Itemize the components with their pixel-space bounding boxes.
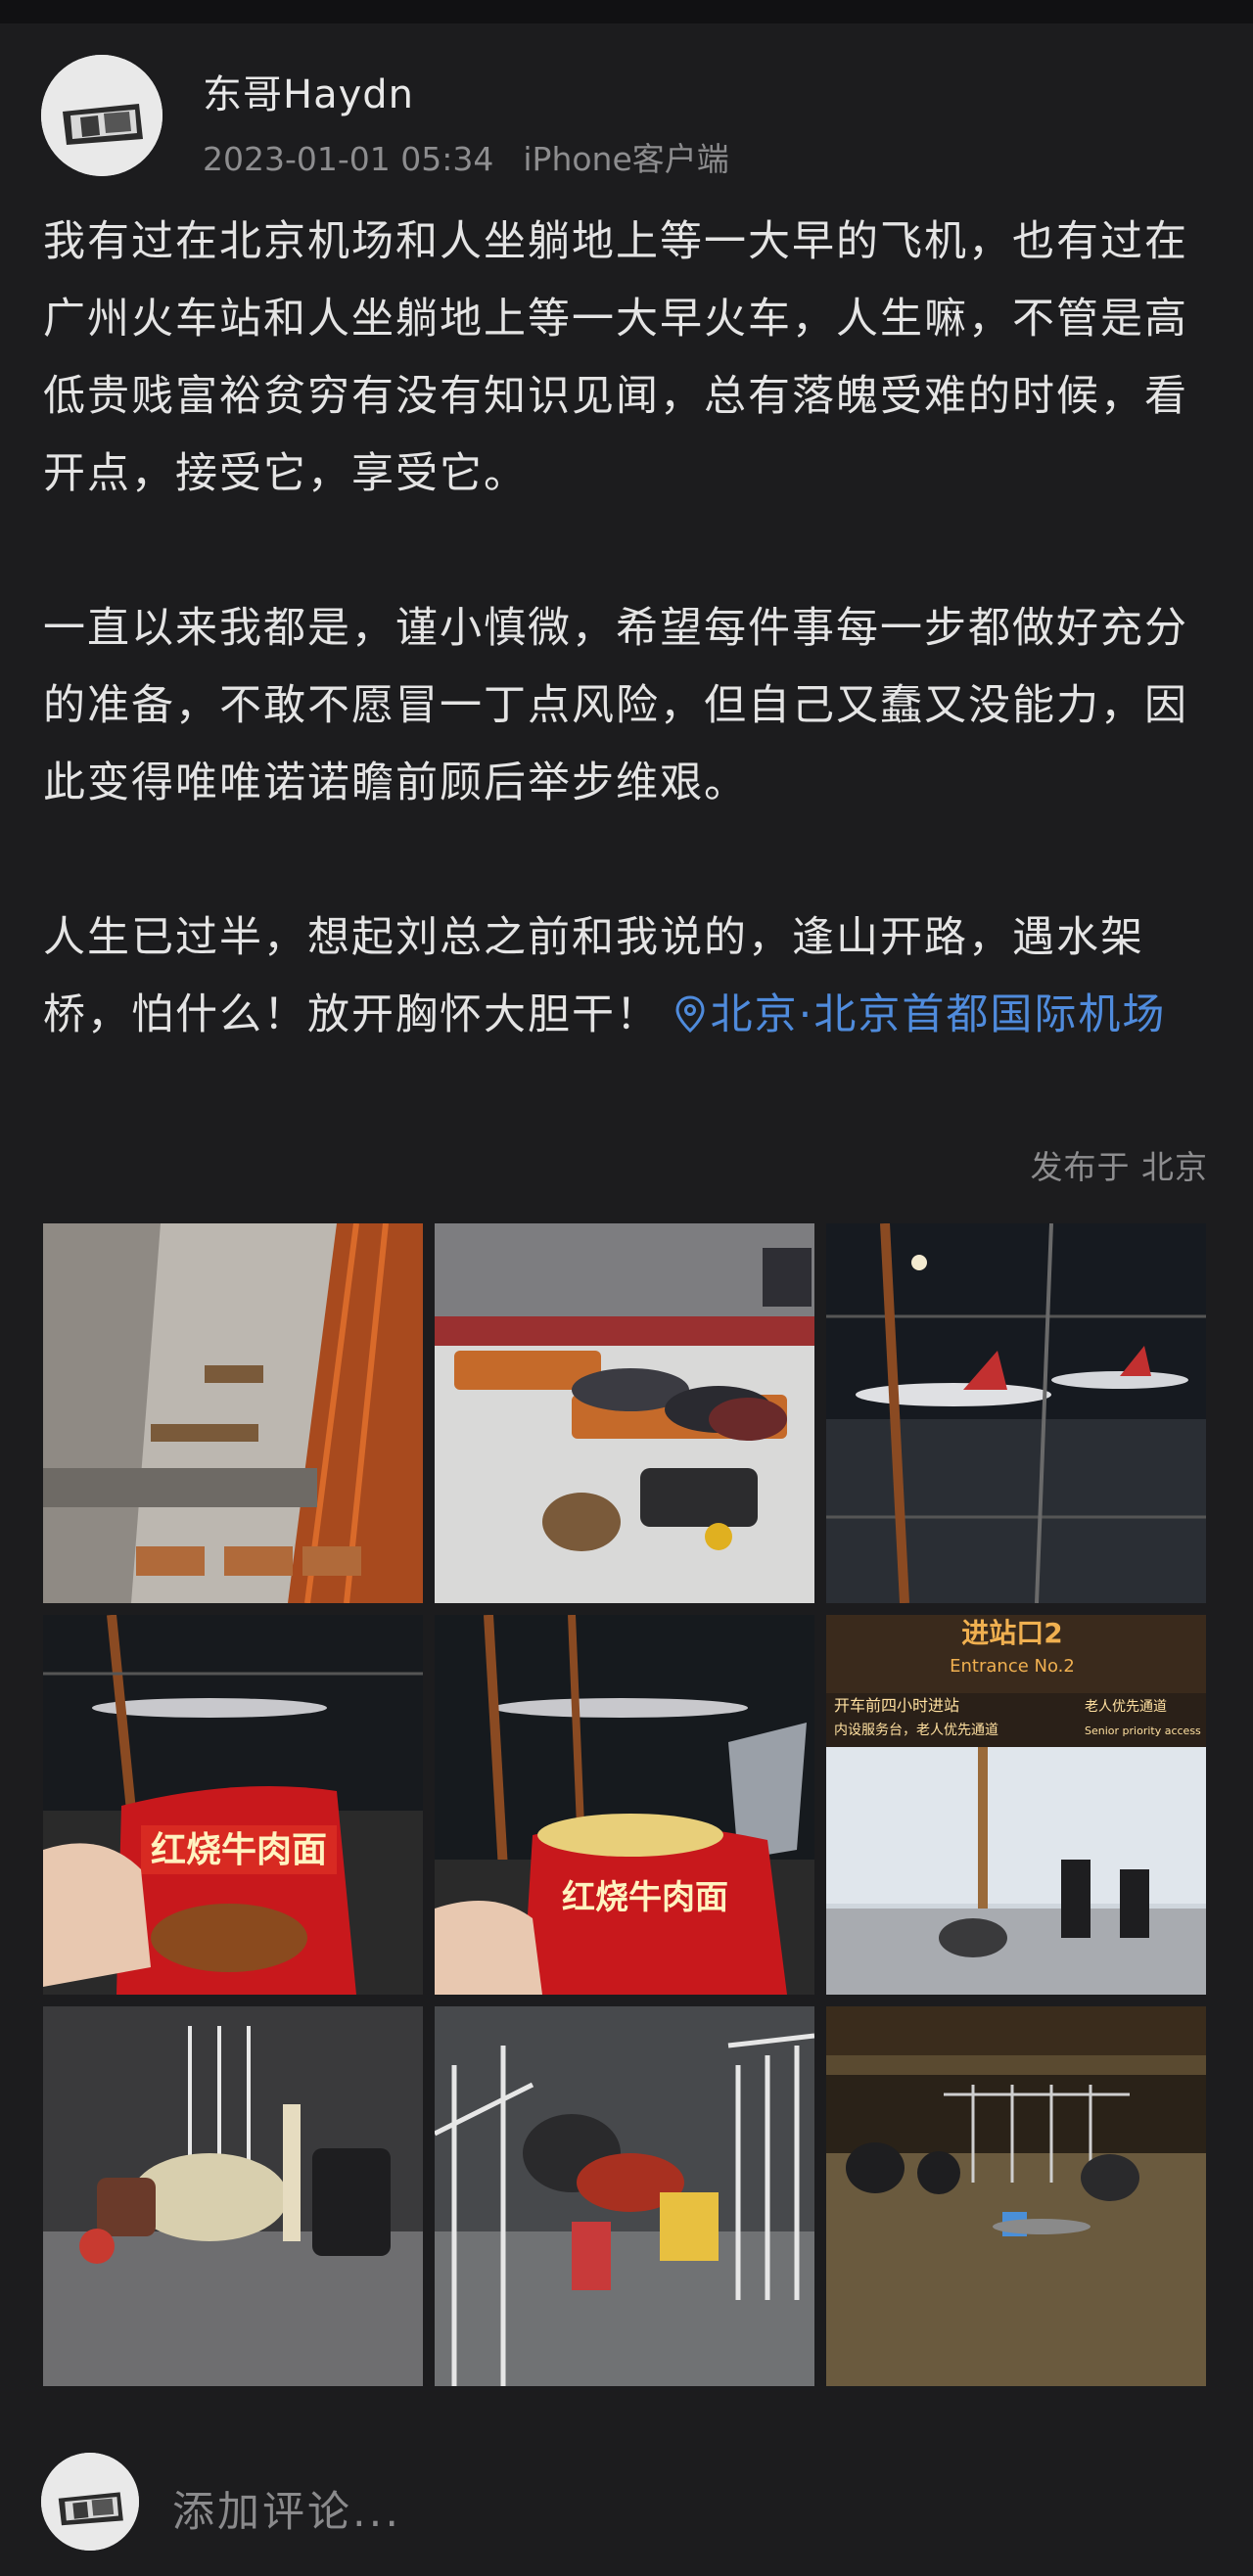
photo-9[interactable]: [826, 2006, 1206, 2386]
location-label: 北京·北京首都国际机场: [710, 990, 1167, 1039]
photo-8[interactable]: [435, 2006, 814, 2386]
station-entrance-photo: 进站口2 Entrance No.2 开车前四小时进站 内设服务台，老人优先通道…: [826, 1615, 1206, 1995]
entrance-service: 内设服务台，老人优先通道: [834, 1723, 998, 1738]
noodle-label-1: 红烧牛肉面: [151, 1830, 327, 1870]
published-from: 发布于 北京: [1030, 1148, 1208, 1186]
user-avatar[interactable]: [41, 55, 162, 176]
username[interactable]: 东哥Haydn: [203, 63, 414, 119]
terminal-seats-photo: [435, 1223, 814, 1603]
post-paragraph-3: 人生已过半，想起刘总之前和我说的，逢山开路，遇水架桥，怕什么！放开胸怀大胆干！ …: [43, 899, 1218, 1054]
photo-6[interactable]: 进站口2 Entrance No.2 开车前四小时进站 内设服务台，老人优先通道…: [826, 1615, 1206, 1995]
post-paragraph-2: 一直以来我都是，谨小慎微，希望每件事每一步都做好充分的准备，不敢不愿冒一丁点风险…: [43, 604, 1188, 807]
waiting-floor-photo: [43, 2006, 423, 2386]
open-noodle-photo: 红烧牛肉面: [435, 1615, 814, 1995]
photo-2[interactable]: [435, 1223, 814, 1603]
avatar-image-icon: [41, 55, 162, 176]
post-meta: 2023-01-01 05:34 iPhone客户端: [203, 133, 729, 180]
current-user-avatar: [41, 2453, 139, 2551]
post-header: 东哥Haydn 2023-01-01 05:34 iPhone客户端: [41, 55, 1216, 182]
senior-lane-sign: 老人优先通道: [1085, 1699, 1167, 1715]
photo-4[interactable]: 红烧牛肉面: [43, 1615, 423, 1995]
terminal-overhead-photo: [43, 1223, 423, 1603]
post-timestamp: 2023-01-01 05:34: [203, 140, 494, 178]
status-bar: [0, 0, 1253, 23]
photo-grid: 红烧牛肉面 红烧牛肉面 进站口2 Entrance No.2 开车前四小时进站 …: [43, 1223, 1208, 2386]
photo-5[interactable]: 红烧牛肉面: [435, 1615, 814, 1995]
night-square-photo: [826, 2006, 1206, 2386]
noodle-pack-photo: 红烧牛肉面: [43, 1615, 423, 1995]
avatar-image-icon: [41, 2453, 139, 2551]
photo-1[interactable]: [43, 1223, 423, 1603]
comment-bar: 添加评论...: [41, 2453, 1216, 2560]
post-paragraph-1: 我有过在北京机场和人坐躺地上等一大早的飞机，也有过在广州火车站和人坐躺地上等一大…: [43, 217, 1188, 498]
photo-3[interactable]: [826, 1223, 1206, 1603]
night-apron-photo: [826, 1223, 1206, 1603]
location-pin-icon: [675, 995, 705, 1033]
railing-crowd-photo: [435, 2006, 814, 2386]
entrance-sign: 进站口2: [961, 1617, 1062, 1649]
add-comment-input[interactable]: 添加评论...: [172, 2478, 401, 2539]
location-link[interactable]: 北京·北京首都国际机场: [675, 990, 1167, 1039]
photo-7[interactable]: [43, 2006, 423, 2386]
entrance-notice: 开车前四小时进站: [834, 1696, 959, 1715]
post-client: iPhone客户端: [523, 140, 729, 178]
post-body: 我有过在北京机场和人坐躺地上等一大早的飞机，也有过在广州火车站和人坐躺地上等一大…: [43, 204, 1218, 1054]
noodle-label-2: 红烧牛肉面: [562, 1878, 728, 1917]
entrance-sign-en: Entrance No.2: [950, 1656, 1075, 1677]
senior-lane-sign-en: Senior priority access: [1085, 1725, 1201, 1737]
